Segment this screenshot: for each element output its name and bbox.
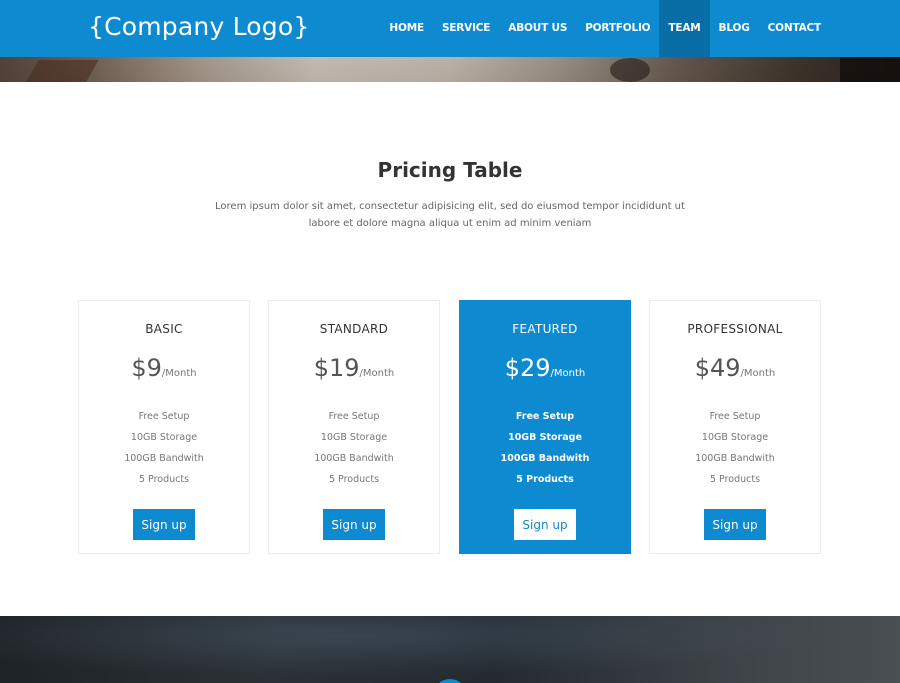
price-period: /Month (359, 368, 395, 379)
signup-button-professional[interactable]: Sign up (704, 509, 766, 540)
plan-name: FEATURED (512, 322, 578, 336)
plan-name: BASIC (145, 322, 183, 336)
feature-list: Free Setup 10GB Storage 100GB Bandwith 5… (460, 406, 630, 490)
feature-item: 10GB Storage (130, 432, 198, 443)
feature-list: Free Setup 10GB Storage 100GB Bandwith 5… (650, 406, 820, 490)
price-amount: $29 (504, 354, 551, 382)
feature-item: 10GB Storage (508, 432, 582, 443)
price-amount: $49 (694, 354, 741, 382)
nav-portfolio[interactable]: PORTFOLIO (576, 0, 659, 57)
plan-price: $19/Month (269, 354, 439, 382)
plan-name: PROFESSIONAL (687, 322, 783, 336)
nav-about-us[interactable]: ABOUT US (499, 0, 576, 57)
nav-team[interactable]: TEAM (659, 0, 710, 57)
price-amount: $9 (131, 354, 162, 382)
feature-item: Free Setup (515, 411, 575, 422)
pricing-card-standard: STANDARD $19/Month Free Setup 10GB Stora… (268, 300, 440, 554)
feature-item: 10GB Storage (320, 432, 388, 443)
feature-item: 5 Products (328, 474, 380, 485)
feature-list: Free Setup 10GB Storage 100GB Bandwith 5… (269, 406, 439, 490)
nav-blog[interactable]: BLOG (710, 0, 759, 57)
main-nav: HOME SERVICE ABOUT US PORTFOLIO TEAM BLO… (380, 0, 830, 57)
signup-button-standard[interactable]: Sign up (323, 509, 385, 540)
plan-price: $49/Month (650, 354, 820, 382)
feature-item: 100GB Bandwith (695, 453, 775, 464)
feature-item: 100GB Bandwith (124, 453, 204, 464)
nav-contact[interactable]: CONTACT (759, 0, 830, 57)
pricing-card-professional: PROFESSIONAL $49/Month Free Setup 10GB S… (649, 300, 821, 554)
footer-background-image (0, 616, 900, 683)
pricing-description: Lorem ipsum dolor sit amet, consectetur … (215, 201, 685, 229)
pricing-card-basic: BASIC $9/Month Free Setup 10GB Storage 1… (78, 300, 250, 554)
feature-list: Free Setup 10GB Storage 100GB Bandwith 5… (79, 406, 249, 490)
feature-item: Free Setup (709, 411, 761, 422)
feature-item: 100GB Bandwith (500, 453, 590, 464)
price-amount: $19 (313, 354, 360, 382)
nav-home[interactable]: HOME (380, 0, 433, 57)
site-header: {Company Logo} HOME SERVICE ABOUT US POR… (0, 0, 900, 57)
nav-service[interactable]: SERVICE (433, 0, 499, 57)
footer-image-glow (0, 616, 900, 683)
signup-button-featured[interactable]: Sign up (514, 509, 576, 540)
plan-name: STANDARD (319, 322, 389, 336)
feature-item: 5 Products (516, 474, 574, 485)
price-period: /Month (740, 368, 776, 379)
feature-item: 5 Products (138, 474, 190, 485)
feature-item: Free Setup (328, 411, 380, 422)
price-period: /Month (550, 368, 586, 379)
pricing-title: Pricing Table (377, 158, 523, 182)
signup-button-basic[interactable]: Sign up (133, 509, 195, 540)
plan-price: $9/Month (79, 354, 249, 382)
feature-item: 5 Products (709, 474, 761, 485)
feature-item: Free Setup (138, 411, 190, 422)
company-logo[interactable]: {Company Logo} (88, 12, 309, 41)
price-period: /Month (161, 368, 197, 379)
pricing-card-featured: FEATURED $29/Month Free Setup 10GB Stora… (459, 300, 631, 554)
feature-item: 10GB Storage (701, 432, 769, 443)
feature-item: 100GB Bandwith (314, 453, 394, 464)
plan-price: $29/Month (460, 354, 630, 382)
